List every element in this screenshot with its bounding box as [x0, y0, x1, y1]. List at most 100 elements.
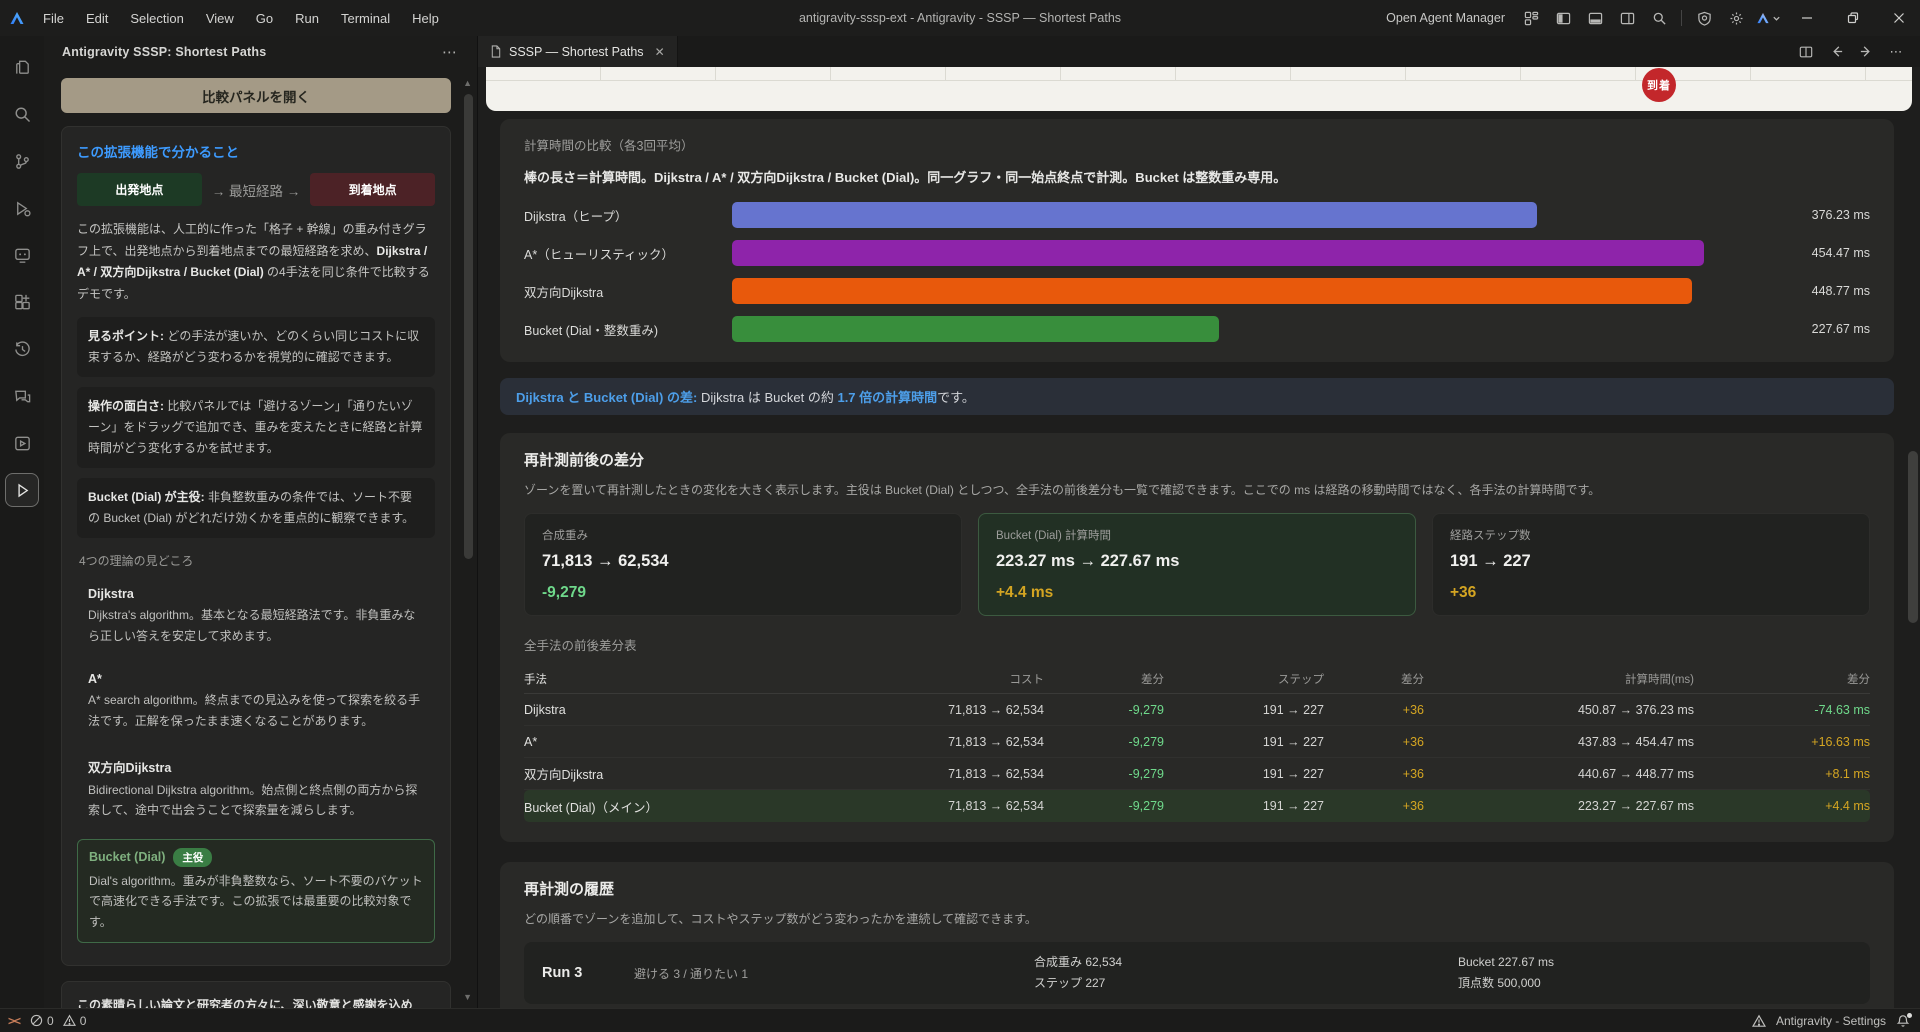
timing-label: 計算時間の比較（各3回平均）: [524, 135, 1870, 154]
bar-astar: [732, 240, 1704, 266]
split-editor-icon[interactable]: [1794, 41, 1818, 63]
window-title: antigravity-sssp-ext - Antigravity - SSS…: [799, 11, 1121, 25]
table-row-bidirectional: 双方向Dijkstra 71,813 → 62,534 -9,279 191 →…: [524, 758, 1870, 790]
theory-dijkstra: Dijkstra Dijkstra's algorithm。基本となる最短経路法…: [77, 579, 435, 656]
intro-card: この拡張機能で分かること 出発地点 → 最短経路 → 到着地点 この拡張機能は、…: [61, 126, 451, 966]
sidebar-scroll-up-icon[interactable]: ▲: [463, 78, 472, 88]
stat-card-bucket-time: Bucket (Dial) 計算時間 223.27 ms → 227.67 ms…: [978, 513, 1416, 616]
intro-heading: この拡張機能で分かること: [77, 141, 435, 161]
recalc-description: ゾーンを置いて再計測したときの変化を大きく表示します。主役は Bucket (D…: [524, 481, 1870, 498]
editor-area: SSSP — Shortest Paths ✕ ⋯: [478, 36, 1920, 1008]
settings-warning-icon: [1752, 1014, 1766, 1028]
comments-icon[interactable]: [5, 379, 39, 413]
sidebar-scrollbar[interactable]: [464, 94, 473, 559]
gear-icon[interactable]: [1722, 5, 1750, 31]
recalc-history-card: 再計測の履歴 どの順番でゾーンを追加して、コストやステップ数がどう変わったかを連…: [500, 862, 1894, 1008]
menu-selection[interactable]: Selection: [121, 7, 192, 30]
shield-icon[interactable]: [1690, 5, 1718, 31]
diff-table: 手法 コスト 差分 ステップ 差分 計算時間(ms) 差分 Dijkstra 7…: [524, 664, 1870, 822]
close-window-button[interactable]: [1878, 0, 1920, 36]
theory-heading: 4つの理論の見どころ: [79, 552, 433, 569]
preview-icon[interactable]: [5, 426, 39, 460]
sidebar-title: Antigravity SSSP: Shortest Paths: [62, 45, 266, 59]
minimize-button[interactable]: [1786, 0, 1828, 36]
run-debug-icon[interactable]: [5, 191, 39, 225]
extensions-icon[interactable]: [5, 285, 39, 319]
graph-map-bottom: 到着: [486, 67, 1912, 111]
sidebar-panel: Antigravity SSSP: Shortest Paths ⋯ 比較パネル…: [44, 36, 478, 1008]
agent-chat-icon[interactable]: [5, 238, 39, 272]
stat-card-steps: 経路ステップ数 191 → 227 +36: [1432, 513, 1870, 616]
point-interaction: 操作の面白さ: 比較パネルでは「避けるゾーン」「通りたいゾーン」をドラッグで追加…: [77, 387, 435, 468]
chevron-down-icon: [1772, 14, 1781, 23]
editor-scrollbar[interactable]: [1908, 451, 1918, 623]
timing-description: 棒の長さ＝計算時間。Dijkstra / A* / 双方向Dijkstra / …: [524, 167, 1870, 186]
menu-run[interactable]: Run: [286, 7, 328, 30]
menu-help[interactable]: Help: [403, 7, 448, 30]
app-window: File Edit Selection View Go Run Terminal…: [0, 0, 1920, 1032]
dijkstra-bucket-gap-note: Dijkstra と Bucket (Dial) の差: Dijkstra は …: [500, 378, 1894, 415]
bar-row-bucket: Bucket (Dial・整数重み) 227.67 ms: [524, 316, 1870, 342]
navigate-forward-icon[interactable]: [1854, 41, 1878, 63]
stat-card-weight: 合成重み 71,813 → 62,534 -9,279: [524, 513, 962, 616]
problems-indicator[interactable]: 0 0: [30, 1014, 86, 1028]
sidebar-scroll-down-icon[interactable]: ▼: [463, 992, 472, 1002]
menu-view[interactable]: View: [197, 7, 243, 30]
route-flow: 出発地点 → 最短経路 → 到着地点: [77, 173, 435, 206]
credits-card: この素晴らしい論文と研究者の方々に、深い敬意と感謝を込めて： 本拡張機能「論文『…: [61, 981, 451, 1008]
recalc-heading: 再計測前後の差分: [524, 449, 1870, 470]
menu-go[interactable]: Go: [247, 7, 282, 30]
sssp-run-icon[interactable]: [5, 473, 39, 507]
point-bucket-hero: Bucket (Dial) が主役: 非負整数重みの条件では、ソート不要の Bu…: [77, 478, 435, 538]
source-control-icon[interactable]: [5, 144, 39, 178]
tab-label: SSSP — Shortest Paths: [509, 45, 644, 59]
open-compare-panel-button[interactable]: 比較パネルを開く: [61, 78, 451, 113]
toggle-panel-bottom-icon[interactable]: [1581, 5, 1609, 31]
bar-bucket: [732, 316, 1219, 342]
shortest-path-label: → 最短経路 →: [212, 180, 301, 200]
antigravity-menu-icon[interactable]: [1754, 5, 1782, 31]
intro-description: この拡張機能は、人工的に作った「格子 + 幹線」の重み付きグラフ上で、出発地点か…: [77, 219, 435, 305]
errors-icon: [30, 1014, 43, 1027]
tab-sssp[interactable]: SSSP — Shortest Paths ✕: [478, 36, 678, 67]
diff-table-label: 全手法の前後差分表: [524, 635, 1870, 654]
layout-icon[interactable]: [1517, 5, 1545, 31]
search-icon[interactable]: [5, 97, 39, 131]
start-point-badge: 出発地点: [77, 173, 202, 206]
menu-bar: File Edit Selection View Go Run Terminal…: [34, 7, 448, 30]
antigravity-settings-button[interactable]: Antigravity - Settings: [1776, 1014, 1886, 1028]
table-row-bucket: Bucket (Dial)（メイン） 71,813 → 62,534 -9,27…: [524, 790, 1870, 822]
open-agent-manager-button[interactable]: Open Agent Manager: [1386, 11, 1505, 25]
restore-button[interactable]: [1832, 0, 1874, 36]
menu-file[interactable]: File: [34, 7, 73, 30]
table-row-dijkstra: Dijkstra 71,813 → 62,534 -9,279 191 → 22…: [524, 694, 1870, 726]
tab-close-icon[interactable]: ✕: [655, 45, 665, 59]
titlebar-divider: [1681, 10, 1682, 26]
explorer-icon[interactable]: [5, 50, 39, 84]
bar-dijkstra: [732, 202, 1537, 228]
status-bar: >< 0 0 Antigravity - Settings: [0, 1008, 1920, 1032]
history-icon[interactable]: [5, 332, 39, 366]
goal-point-badge: 到着地点: [310, 173, 435, 206]
menu-terminal[interactable]: Terminal: [332, 7, 399, 30]
history-heading: 再計測の履歴: [524, 878, 1870, 899]
remote-indicator-icon[interactable]: ><: [8, 1014, 20, 1028]
tab-bar: SSSP — Shortest Paths ✕ ⋯: [478, 36, 1920, 67]
sidebar-body: 比較パネルを開く この拡張機能で分かること 出発地点 → 最短経路 → 到着地点…: [44, 68, 477, 1008]
run-history-list: Run 3 避ける 3 / 通りたい 1 合成重み 62,534ステップ 227…: [524, 942, 1870, 1008]
navigate-back-icon[interactable]: [1824, 41, 1848, 63]
sidebar-more-actions-icon[interactable]: ⋯: [436, 43, 463, 61]
recalc-diff-card: 再計測前後の差分 ゾーンを置いて再計測したときの変化を大きく表示します。主役は …: [500, 433, 1894, 842]
history-description: どの順番でゾーンを追加して、コストやステップ数がどう変わったかを連続して確認でき…: [524, 910, 1870, 927]
sidebar-header: Antigravity SSSP: Shortest Paths ⋯: [44, 36, 477, 68]
toggle-panel-left-icon[interactable]: [1549, 5, 1577, 31]
search-icon[interactable]: [1645, 5, 1673, 31]
bar-bidirectional: [732, 278, 1692, 304]
errors-count: 0: [47, 1014, 54, 1028]
more-actions-icon[interactable]: ⋯: [1884, 41, 1908, 63]
menu-edit[interactable]: Edit: [77, 7, 117, 30]
toggle-panel-right-icon[interactable]: [1613, 5, 1641, 31]
notifications-bell-icon[interactable]: [1896, 1014, 1910, 1028]
antigravity-logo-icon: [0, 11, 34, 25]
hero-badge: 主役: [173, 848, 212, 867]
